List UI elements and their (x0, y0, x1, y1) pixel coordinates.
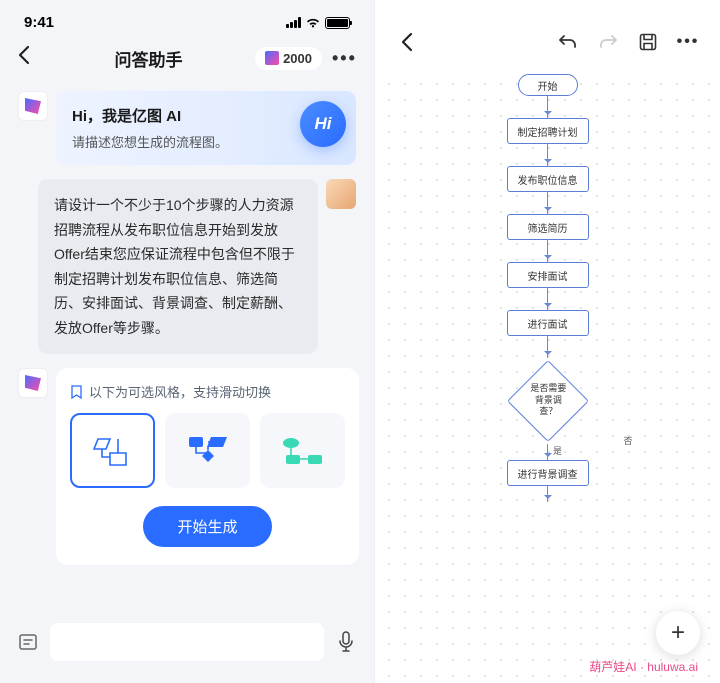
branch-no: 否 (623, 434, 632, 447)
message-input[interactable] (50, 623, 324, 661)
flow-node-background[interactable]: 进行背景调查 (507, 460, 589, 486)
signal-icon (286, 17, 301, 28)
voice-icon[interactable] (334, 630, 358, 654)
more-button[interactable]: ••• (332, 48, 356, 69)
style-card: 以下为可选风格，支持滑动切换 开始生成 (56, 368, 359, 565)
user-message-row: 请设计一个不少于10个步骤的人力资源招聘流程从发布职位信息开始到发放Offer结… (18, 179, 356, 354)
page-title: 问答助手 (52, 46, 245, 71)
flow-arrow (547, 444, 548, 460)
greeting-subtitle: 请描述您想生成的流程图。 (72, 132, 340, 151)
credits-badge[interactable]: 2000 (255, 47, 322, 70)
style-option-1[interactable] (70, 413, 155, 488)
flow-node-plan[interactable]: 制定招聘计划 (507, 118, 589, 144)
flow-arrow (547, 240, 548, 262)
ai-avatar (18, 368, 48, 398)
flow-arrow (547, 144, 548, 166)
template-icon[interactable] (16, 630, 40, 654)
greeting-bubble: Hi，我是亿图 AI 请描述您想生成的流程图。 Hi (56, 91, 356, 165)
chat-body: Hi，我是亿图 AI 请描述您想生成的流程图。 Hi 请设计一个不少于10个步骤… (0, 85, 374, 613)
user-message: 请设计一个不少于10个步骤的人力资源招聘流程从发布职位信息开始到发放Offer结… (38, 179, 318, 354)
input-bar (0, 613, 374, 683)
wifi-icon (305, 17, 321, 29)
canvas-back-button[interactable] (395, 30, 419, 54)
canvas-more-button[interactable]: ••• (676, 30, 700, 54)
flow-node-arrange[interactable]: 安排面试 (507, 262, 589, 288)
flow-node-interview[interactable]: 进行面试 (507, 310, 589, 336)
flow-arrow (547, 336, 548, 358)
ai-greeting-row: Hi，我是亿图 AI 请描述您想生成的流程图。 Hi (18, 91, 356, 165)
style-option-2[interactable] (165, 413, 250, 488)
redo-button[interactable] (596, 30, 620, 54)
flow-arrow (547, 288, 548, 310)
status-icons (286, 17, 350, 29)
status-bar: 9:41 (0, 0, 374, 35)
ai-style-row: 以下为可选风格，支持滑动切换 开始生成 (18, 368, 356, 565)
battery-icon (325, 17, 350, 29)
add-button[interactable]: + (656, 611, 700, 655)
credits-icon (265, 51, 279, 65)
user-avatar (326, 179, 356, 209)
style-options[interactable] (70, 413, 345, 488)
status-time: 9:41 (24, 14, 54, 31)
watermark: 葫芦娃AI · huluwa.ai (589, 658, 698, 675)
style-option-3[interactable] (260, 413, 345, 488)
undo-button[interactable] (556, 30, 580, 54)
canvas-panel: ••• 开始 制定招聘计划 发布职位信息 筛选简历 安排面试 进行面试 是否需要… (375, 0, 720, 683)
flow-arrow (547, 192, 548, 214)
flow-node-screen[interactable]: 筛选简历 (507, 214, 589, 240)
chat-header: 问答助手 2000 ••• (0, 35, 374, 85)
canvas-header: ••• (375, 0, 720, 70)
flow-arrow (547, 96, 548, 118)
chat-panel: 9:41 问答助手 2000 ••• Hi，我是亿图 AI 请描述您想生成的流程… (0, 0, 375, 683)
credits-count: 2000 (283, 51, 312, 66)
save-button[interactable] (636, 30, 660, 54)
ai-avatar (18, 91, 48, 121)
branch-yes: 是 (553, 444, 562, 457)
flowchart-canvas[interactable]: 开始 制定招聘计划 发布职位信息 筛选简历 安排面试 进行面试 是否需要 背景调… (375, 70, 720, 683)
style-hint: 以下为可选风格，支持滑动切换 (70, 382, 345, 401)
flow-node-start[interactable]: 开始 (518, 74, 578, 96)
bookmark-icon (70, 385, 83, 399)
generate-button[interactable]: 开始生成 (143, 506, 271, 547)
back-button[interactable] (18, 45, 42, 71)
flow-node-publish[interactable]: 发布职位信息 (507, 166, 589, 192)
flow-node-decision[interactable]: 是否需要 背景调 查？ (506, 360, 588, 442)
hi-badge-icon: Hi (300, 101, 346, 147)
flowchart: 开始 制定招聘计划 发布职位信息 筛选简历 安排面试 进行面试 是否需要 背景调… (507, 74, 589, 502)
flow-arrow (547, 486, 548, 502)
